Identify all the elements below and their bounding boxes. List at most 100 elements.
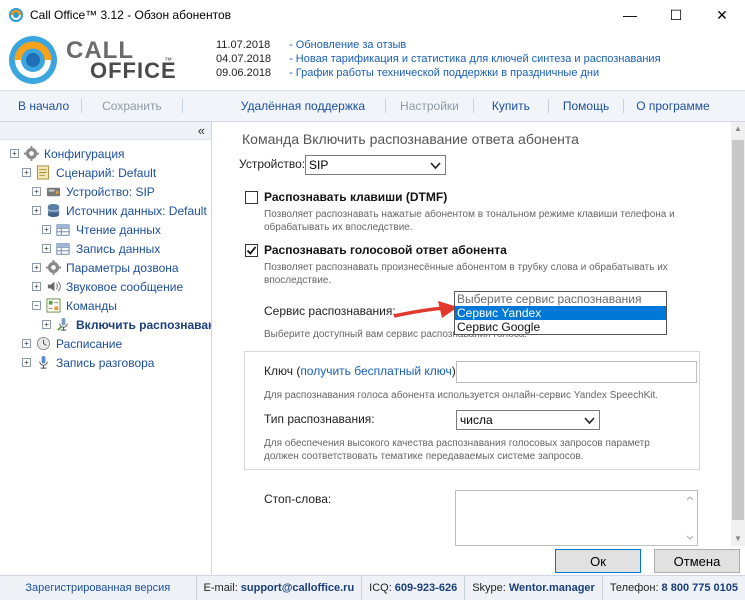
- table-icon: [55, 241, 71, 257]
- gear-icon: [45, 260, 61, 276]
- news-link[interactable]: - Обновление за отзыв: [289, 39, 406, 51]
- expand-toggle-icon[interactable]: +: [32, 206, 41, 215]
- news-link[interactable]: - Новая тарификация и статистика для клю…: [289, 53, 660, 65]
- logo-swirl-icon: [9, 36, 57, 84]
- config-tree-panel: « + Конфигурация + Сценарий: Default + У…: [0, 122, 212, 574]
- email-link[interactable]: support@calloffice.ru: [241, 582, 354, 594]
- tree-item-label: Устройство: SIP: [66, 184, 155, 199]
- service-dropdown-list[interactable]: Выберите сервис распознавания Сервис Yan…: [454, 291, 667, 335]
- recognition-type-hint-line: Для обеспечения высокого качества распоз…: [264, 438, 650, 449]
- icq-value: 609-923-626: [394, 582, 458, 594]
- chevron-down-icon: [430, 162, 441, 170]
- minimize-button[interactable]: —: [607, 0, 653, 30]
- stopwords-label: Стоп-слова:: [264, 492, 332, 506]
- service-option-yandex[interactable]: Сервис Yandex: [455, 306, 666, 320]
- maximize-button[interactable]: ☐: [653, 0, 699, 30]
- command-form-panel: Команда Включить распознавание ответа аб…: [214, 122, 745, 546]
- expand-toggle-icon[interactable]: +: [42, 320, 51, 329]
- tree-item-schedule[interactable]: + Расписание: [0, 334, 211, 353]
- gear-icon: [23, 146, 39, 162]
- save-button[interactable]: Сохранить: [82, 99, 182, 113]
- tree-item-write-data[interactable]: + Запись данных: [0, 239, 211, 258]
- expand-toggle-icon[interactable]: +: [32, 263, 41, 272]
- about-button[interactable]: О программе: [624, 99, 721, 113]
- remote-support-button[interactable]: Удалённая поддержка: [183, 99, 385, 113]
- news-item: 04.07.2018 - Новая тарификация и статист…: [216, 52, 661, 66]
- expand-toggle-icon[interactable]: +: [22, 168, 31, 177]
- service-option-placeholder[interactable]: Выберите сервис распознавания: [455, 292, 666, 306]
- expand-toggle-icon[interactable]: +: [42, 244, 51, 253]
- tree-item-call-recording[interactable]: + Запись разговора: [0, 353, 211, 372]
- red-arrow-icon: [393, 301, 458, 318]
- tree-item-label: Конфигурация: [44, 146, 125, 161]
- collapse-toggle-icon[interactable]: −: [32, 301, 41, 310]
- close-button[interactable]: ✕: [699, 0, 745, 30]
- voice-hint: Позволяет распознавать произнесённые або…: [264, 261, 668, 287]
- news-link[interactable]: - График работы технической поддержки в …: [289, 67, 599, 79]
- tree-item-device[interactable]: + Устройство: SIP: [0, 182, 211, 201]
- tree-item-scenario[interactable]: + Сценарий: Default: [0, 163, 211, 182]
- call-office-logo: CALL OFFICE ™: [6, 33, 176, 85]
- scroll-up-icon[interactable]: ▲: [731, 122, 745, 136]
- speaker-icon: [45, 279, 61, 295]
- service-option-google[interactable]: Сервис Google: [455, 320, 666, 334]
- tree-item-label: Сценарий: Default: [56, 165, 157, 180]
- tree-item-data-source[interactable]: + Источник данных: Default: [0, 201, 211, 220]
- tree-item-label: Включить распознаван: [76, 317, 211, 332]
- title-bar: Call Office™ 3.12 - Обзон абонентов — ☐ …: [0, 0, 745, 30]
- key-input[interactable]: [456, 361, 697, 383]
- expand-toggle-icon[interactable]: +: [22, 358, 31, 367]
- news-item: 09.06.2018 - График работы технической п…: [216, 66, 661, 80]
- expand-toggle-icon[interactable]: +: [32, 282, 41, 291]
- home-button[interactable]: В начало: [0, 99, 81, 113]
- icq-label: ICQ:: [369, 582, 392, 594]
- scrollbar-thumb[interactable]: [732, 140, 744, 520]
- tree-item-label: Команды: [66, 298, 117, 313]
- help-button[interactable]: Помощь: [549, 99, 623, 113]
- recognition-type-label: Тип распознавания:: [264, 412, 375, 426]
- tree-item-label: Расписание: [56, 336, 123, 351]
- recognition-type-select[interactable]: числа: [456, 410, 600, 430]
- expand-toggle-icon[interactable]: +: [32, 187, 41, 196]
- settings-button[interactable]: Настройки: [386, 99, 473, 113]
- tree-item-sound-message[interactable]: + Звуковое сообщение: [0, 277, 211, 296]
- status-skype: Skype: Wentor.manager: [465, 575, 603, 600]
- skype-link[interactable]: Wentor.manager: [509, 582, 595, 594]
- tree-item-configuration[interactable]: + Конфигурация: [0, 144, 211, 163]
- tree-item-label: Параметры дозвона: [66, 260, 179, 275]
- buy-button[interactable]: Купить: [474, 99, 548, 113]
- skype-label: Skype:: [472, 582, 506, 594]
- tree-item-dial-params[interactable]: + Параметры дозвона: [0, 258, 211, 277]
- collapse-panel-button[interactable]: «: [198, 123, 205, 138]
- clock-icon: [35, 336, 51, 352]
- email-label: E-mail:: [203, 582, 238, 594]
- tree-item-commands[interactable]: − Команды: [0, 296, 211, 315]
- tree-item-read-data[interactable]: + Чтение данных: [0, 220, 211, 239]
- expand-toggle-icon[interactable]: +: [42, 225, 51, 234]
- voice-title: Распознавать голосовой ответ абонента: [264, 243, 507, 257]
- news-date: 11.07.2018: [216, 39, 271, 51]
- expand-toggle-icon[interactable]: +: [22, 339, 31, 348]
- expand-toggle-icon[interactable]: +: [10, 149, 19, 158]
- chevron-down-icon: [584, 417, 595, 425]
- status-phone: Телефон: 8 800 775 0105: [603, 576, 745, 600]
- header: CALL OFFICE ™ 11.07.2018 - Обновление за…: [0, 30, 745, 90]
- device-label: Устройство:: [239, 157, 306, 171]
- main-scrollbar[interactable]: ▲ ▼: [731, 122, 745, 546]
- get-free-key-link[interactable]: получить бесплатный ключ: [300, 364, 451, 378]
- section-title: Команда Включить распознавание ответа аб…: [242, 131, 579, 147]
- dtmf-checkbox[interactable]: [245, 191, 258, 204]
- cancel-button[interactable]: Отмена: [654, 549, 740, 573]
- device-select[interactable]: SIP: [305, 155, 446, 175]
- phone-label: Телефон:: [609, 582, 659, 594]
- scroll-down-icon[interactable]: ▼: [731, 532, 745, 546]
- ok-button[interactable]: Ок: [555, 549, 641, 573]
- dtmf-hint-line: обрабатывать их впоследствие.: [264, 222, 413, 233]
- news-date: 04.07.2018: [216, 53, 272, 65]
- stopwords-textarea[interactable]: [455, 490, 698, 546]
- tree-item-enable-recognition[interactable]: + Включить распознаван: [0, 315, 211, 334]
- recognition-type-hint: Для обеспечения высокого качества распоз…: [264, 437, 650, 463]
- device-icon: [45, 184, 61, 200]
- voice-checkbox[interactable]: [245, 244, 258, 257]
- tree-header: «: [0, 122, 211, 140]
